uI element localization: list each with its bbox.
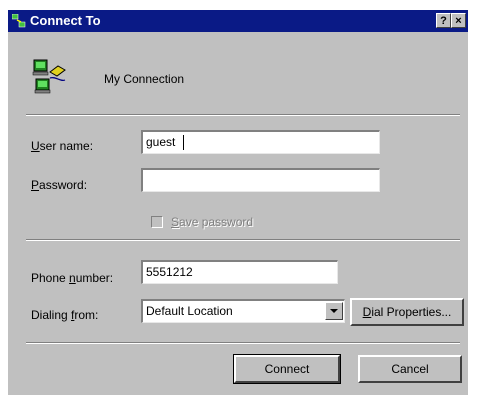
dial-properties-button[interactable]: Dial Properties... <box>350 298 464 326</box>
separator <box>26 114 460 116</box>
password-label: Password: <box>31 178 88 192</box>
dialup-icon <box>12 14 26 28</box>
save-password-label: Save password <box>171 215 254 229</box>
close-button[interactable]: × <box>451 13 466 28</box>
dropdown-arrow-button[interactable] <box>325 302 343 320</box>
connect-button[interactable]: Connect <box>233 354 341 384</box>
dialing-from-select[interactable]: Default Location <box>141 299 345 323</box>
separator <box>26 342 460 344</box>
username-label: User name: <box>31 139 94 153</box>
chevron-down-icon <box>330 309 338 313</box>
save-password-checkbox[interactable] <box>151 216 163 228</box>
text-caret <box>183 135 184 150</box>
username-input[interactable]: guest <box>141 130 380 154</box>
separator <box>26 239 460 241</box>
help-button[interactable]: ? <box>436 13 451 28</box>
password-input[interactable] <box>141 168 380 192</box>
title-bar[interactable]: Connect To ? × <box>8 10 468 32</box>
window-title: Connect To <box>30 13 101 28</box>
phone-number-label: Phone number: <box>31 271 114 285</box>
modem-network-icon <box>32 59 66 94</box>
connection-name: My Connection <box>104 72 185 86</box>
phone-number-input[interactable]: 5551212 <box>141 260 338 284</box>
connect-to-dialog: Connect To ? × My Connection User name: … <box>8 10 468 395</box>
dialing-from-label: Dialing from: <box>31 308 99 322</box>
cancel-button[interactable]: Cancel <box>358 355 462 383</box>
